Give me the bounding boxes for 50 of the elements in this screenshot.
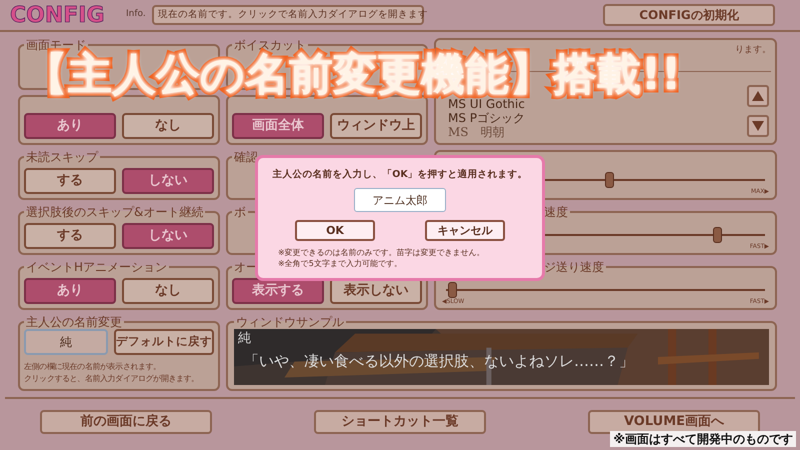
disclaimer: ※画面はすべて開発中のものです [610, 431, 796, 447]
slider-label: ジ送り速度 [543, 260, 605, 274]
default-button[interactable]: デフォルトに戻す [114, 329, 214, 355]
font-option[interactable]: MS 明朝 [448, 125, 505, 139]
option-button[interactable]: ウィンドウ上 [330, 113, 422, 139]
font-note: ります。 [735, 44, 771, 57]
group-label: 選択肢後のスキップ&オート継続 [25, 205, 204, 219]
option-button[interactable]: しない [122, 168, 214, 194]
option-button[interactable]: 表示する [232, 278, 324, 304]
font-option[interactable]: MS Pゴシック [448, 111, 526, 125]
dialog-note: ※全角で5文字まで入力可能です。 [278, 258, 403, 270]
note-text: クリックすると、名前入力ダイアログが開きます。 [24, 373, 200, 385]
option-button[interactable]: あり [24, 278, 116, 304]
option-button[interactable]: なし [122, 278, 214, 304]
font-option[interactable]: MS UI Gothic [448, 97, 525, 111]
config-logo: CONFIG [10, 2, 106, 30]
slider-thumb[interactable] [448, 282, 458, 298]
slider-track[interactable] [446, 282, 765, 298]
group-label: 未読スキップ [25, 150, 100, 164]
ok-button[interactable]: OK [295, 220, 375, 242]
group-label: 主人公の名前変更 [25, 315, 123, 329]
nav-button[interactable]: VOLUME画面へ [588, 410, 760, 434]
option-button[interactable]: あり [24, 113, 116, 139]
option-button[interactable]: する [24, 223, 116, 249]
option-button[interactable]: しない [122, 223, 214, 249]
up-triangle-icon [752, 91, 764, 101]
slider-thumb[interactable] [604, 172, 614, 188]
group-label: ボ [233, 205, 247, 219]
nav-button[interactable]: ショートカット一覧 [314, 410, 486, 434]
option-button[interactable]: する [24, 168, 116, 194]
slider-label: 速度 [543, 205, 569, 219]
name-input[interactable]: アニム太郎 [354, 188, 446, 212]
option-button[interactable]: 画面全体 [232, 113, 324, 139]
note-text: 左側の欄に現在の名前が表示されます。 [24, 361, 162, 373]
speaker-name: 純 [238, 330, 251, 348]
group-label: イベントHアニメーション [25, 260, 168, 274]
info-label: Info. [126, 8, 146, 22]
option-button[interactable]: なし [122, 113, 214, 139]
dialogue-text: 「いや、凄い食べる以外の選択肢、ないよねソレ……？」 [243, 351, 634, 372]
dialog-note: ※変更できるのは名前のみです。苗字は変更できません。 [278, 247, 485, 258]
reset-button[interactable]: CONFIGの初期化 [603, 4, 775, 26]
nav-button[interactable]: 前の画面に戻る [40, 410, 212, 434]
cancel-button[interactable]: キャンセル [425, 220, 505, 242]
slider-thumb[interactable] [713, 227, 722, 243]
scroll-up-button[interactable] [747, 85, 769, 107]
scroll-down-button[interactable] [747, 115, 769, 137]
name-field[interactable]: 純 [24, 329, 108, 355]
dialog-message: 主人公の名前を入力し、「OK」を押すと適用されます。 [272, 168, 528, 182]
down-triangle-icon [752, 121, 764, 131]
group-label: ウィンドウサンプル [235, 315, 345, 329]
